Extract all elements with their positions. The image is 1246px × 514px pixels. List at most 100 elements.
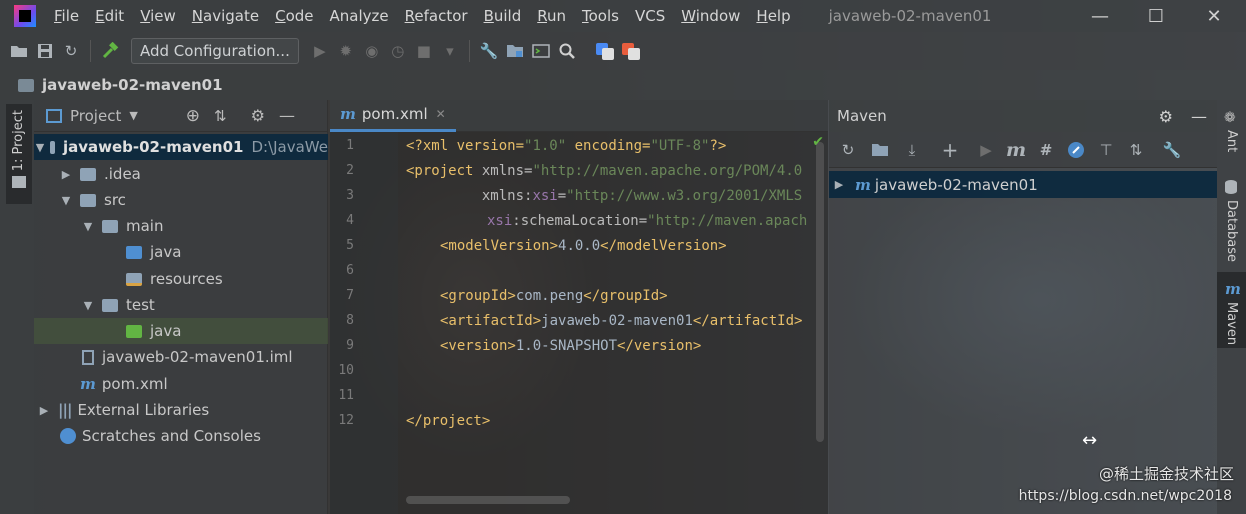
- skip-tests-icon[interactable]: [1063, 137, 1089, 163]
- menu-analyze[interactable]: Analyze: [330, 7, 389, 25]
- menu-vcs[interactable]: VCS: [635, 7, 665, 25]
- run-icon[interactable]: ▶: [973, 137, 999, 163]
- code-line[interactable]: 10: [330, 358, 828, 383]
- tree-item-pom[interactable]: m pom.xml: [34, 371, 328, 397]
- project-tool-label[interactable]: 1: Project: [11, 110, 26, 171]
- debug-icon[interactable]: ✹: [333, 38, 359, 64]
- ant-icon[interactable]: ❁: [1224, 110, 1236, 126]
- hide-panel-icon[interactable]: —: [1191, 107, 1207, 126]
- expanded-arrow-icon[interactable]: ▼: [80, 299, 96, 312]
- ant-tool-label[interactable]: Ant: [1224, 130, 1239, 152]
- stop-icon[interactable]: ■: [411, 38, 437, 64]
- code-line[interactable]: 11: [330, 383, 828, 408]
- collapse-all-icon[interactable]: ⇅: [1123, 137, 1149, 163]
- menu-edit[interactable]: Edit: [95, 7, 124, 25]
- menu-run[interactable]: Run: [537, 7, 566, 25]
- expanded-arrow-icon[interactable]: ▼: [80, 220, 96, 233]
- gear-icon[interactable]: ⚙: [251, 106, 265, 125]
- wrench-settings-icon[interactable]: 🔧: [476, 38, 502, 64]
- profile-icon[interactable]: ◷: [385, 38, 411, 64]
- horizontal-scrollbar[interactable]: [406, 496, 570, 504]
- menu-help[interactable]: Help: [756, 7, 790, 25]
- add-icon[interactable]: +: [937, 137, 963, 163]
- collapsed-arrow-icon[interactable]: ▶: [831, 178, 847, 191]
- code-line[interactable]: 9 <version> 1.0-SNAPSHOT </version>: [330, 333, 828, 358]
- collapsed-arrow-icon[interactable]: ▶: [58, 168, 74, 181]
- wrench-icon[interactable]: 🔧: [1159, 137, 1185, 163]
- gear-icon[interactable]: ⚙: [1159, 107, 1173, 126]
- minimize-button[interactable]: —: [1074, 0, 1126, 32]
- line-number: 11: [338, 388, 354, 403]
- tree-item-test-java[interactable]: java: [34, 318, 328, 344]
- add-configuration-button[interactable]: Add Configuration...: [131, 38, 299, 64]
- database-icon[interactable]: [1225, 180, 1237, 194]
- tree-item-java[interactable]: java: [34, 239, 328, 265]
- menu-window[interactable]: Window: [681, 7, 740, 25]
- reload-icon[interactable]: ↻: [835, 137, 861, 163]
- code-line[interactable]: 8 <artifactId> javaweb-02-maven01 </artifac…: [330, 308, 828, 333]
- sync-icon[interactable]: ↻: [58, 38, 84, 64]
- toggle-offline-icon[interactable]: #: [1033, 137, 1059, 163]
- maximize-button[interactable]: ☐: [1130, 0, 1182, 32]
- code-line[interactable]: 2 <project xmlns= "http://maven.apache.org…: [330, 158, 828, 183]
- code-line[interactable]: 12 </project>: [330, 408, 828, 433]
- maven-tree-item[interactable]: ▶ m javaweb-02-maven01: [829, 171, 1217, 198]
- structure-icon[interactable]: [12, 176, 26, 188]
- left-tool-stripe: 1: Project: [0, 100, 34, 514]
- vertical-scrollbar[interactable]: [816, 142, 824, 442]
- menu-navigate[interactable]: Navigate: [192, 7, 259, 25]
- coverage-icon[interactable]: ◉: [359, 38, 385, 64]
- chevron-down-icon[interactable]: ▼: [129, 109, 137, 122]
- translate-alt-icon[interactable]: [618, 38, 644, 64]
- collapse-all-icon[interactable]: ⇅: [214, 107, 227, 125]
- menu-build[interactable]: Build: [484, 7, 522, 25]
- code-line[interactable]: 3 xmlns: xsi = "http://www.w3.org/2001/XMLS: [330, 183, 828, 208]
- terminal-icon[interactable]: [528, 38, 554, 64]
- code-line[interactable]: 5 <modelVersion> 4.0.0 </modelVersion>: [330, 233, 828, 258]
- menu-file[interactable]: File: [54, 7, 79, 25]
- tab-pom-xml[interactable]: m pom.xml ✕: [330, 100, 456, 132]
- maven-goal-icon[interactable]: m: [1003, 137, 1029, 163]
- run-icon[interactable]: ▶: [307, 38, 333, 64]
- tree-item-external-libraries[interactable]: ▶ ||| External Libraries: [34, 397, 328, 423]
- open-folder-icon[interactable]: [6, 38, 32, 64]
- reload-folder-icon[interactable]: [867, 137, 893, 163]
- tree-item-scratches[interactable]: Scratches and Consoles: [34, 423, 328, 449]
- hide-panel-icon[interactable]: —: [279, 106, 295, 125]
- code-line[interactable]: 6: [330, 258, 828, 283]
- breadcrumb-project[interactable]: javaweb-02-maven01: [42, 76, 223, 94]
- show-dependencies-icon[interactable]: ⊤: [1093, 137, 1119, 163]
- code-line[interactable]: 1 <?xml version= "1.0" encoding= "UTF-8" ?>: [330, 133, 828, 158]
- search-icon[interactable]: [554, 38, 580, 64]
- download-icon[interactable]: ⤓: [899, 137, 925, 163]
- build-hammer-icon[interactable]: [97, 38, 123, 64]
- database-tool-label[interactable]: Database: [1224, 200, 1239, 262]
- menu-refactor[interactable]: Refactor: [405, 7, 468, 25]
- locate-target-icon[interactable]: ⊕: [186, 106, 200, 126]
- tree-item-idea[interactable]: ▶ .idea: [34, 161, 328, 187]
- collapsed-arrow-icon[interactable]: ▶: [36, 404, 52, 417]
- tree-item-test[interactable]: ▼ test: [34, 292, 328, 318]
- menu-view[interactable]: View: [140, 7, 176, 25]
- translate-icon[interactable]: [592, 38, 618, 64]
- menu-tools[interactable]: Tools: [582, 7, 619, 25]
- tree-item-project-root[interactable]: ▼ javaweb-02-maven01 D:\JavaWe: [34, 134, 328, 160]
- project-view-title[interactable]: Project: [70, 107, 121, 125]
- tree-item-iml[interactable]: javaweb-02-maven01.iml: [34, 344, 328, 370]
- code-line[interactable]: 4 xsi:schemaLocation= "http://maven.apach: [330, 208, 828, 233]
- code-line[interactable]: 7 <groupId> com.peng </groupId>: [330, 283, 828, 308]
- expanded-arrow-icon[interactable]: ▼: [58, 194, 74, 207]
- folder-icon: [102, 219, 118, 233]
- tree-item-src[interactable]: ▼ src: [34, 187, 328, 213]
- run-dropdown-icon[interactable]: ▾: [437, 38, 463, 64]
- close-button[interactable]: ✕: [1188, 0, 1240, 32]
- close-tab-icon[interactable]: ✕: [436, 107, 446, 121]
- expanded-arrow-icon[interactable]: ▼: [36, 141, 44, 154]
- maven-tool-label[interactable]: Maven: [1224, 302, 1239, 345]
- tree-item-resources[interactable]: resources: [34, 266, 328, 292]
- project-panel-header: Project ▼ ⊕ ⇅ ⚙ —: [34, 100, 327, 132]
- save-icon[interactable]: [32, 38, 58, 64]
- menu-code[interactable]: Code: [275, 7, 313, 25]
- project-structure-icon[interactable]: [502, 38, 528, 64]
- tree-item-main[interactable]: ▼ main: [34, 213, 328, 239]
